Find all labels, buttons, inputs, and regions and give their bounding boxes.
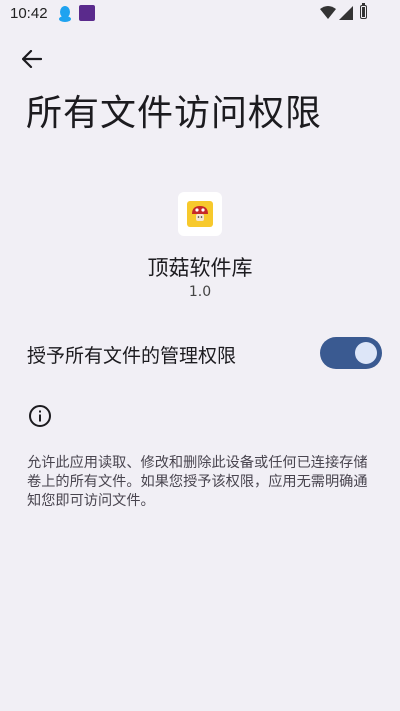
- qq-notification-icon: [59, 6, 71, 22]
- switch-thumb: [355, 342, 377, 364]
- toggle-label: 授予所有文件的管理权限: [27, 345, 237, 367]
- signal-icon: [339, 6, 353, 20]
- back-arrow-icon: [22, 50, 42, 68]
- mushroom-icon: [187, 201, 213, 227]
- back-button[interactable]: [14, 42, 50, 76]
- status-time: 10:42: [10, 5, 48, 22]
- wifi-icon: [320, 6, 336, 19]
- app-version: 1.0: [188, 284, 212, 300]
- permission-description: 允许此应用读取、修改和删除此设备或任何已连接存储卷上的所有文件。如果您授予该权限…: [27, 455, 368, 509]
- app-notification-icon: [79, 5, 95, 21]
- info-icon: [29, 405, 51, 427]
- all-files-access-toggle-row[interactable]: 授予所有文件的管理权限: [0, 334, 400, 374]
- page-title: 所有文件访问权限: [26, 93, 323, 134]
- app-name: 顶菇软件库: [147, 256, 253, 280]
- all-files-access-switch[interactable]: [320, 337, 382, 369]
- app-icon: [178, 192, 222, 236]
- screen: 10:42 所有文件访问权限 顶菇软件库 1.0 授予所有文件的管理权限 允许此…: [0, 0, 400, 711]
- status-bar: 10:42: [0, 0, 400, 28]
- battery-icon: [360, 3, 367, 19]
